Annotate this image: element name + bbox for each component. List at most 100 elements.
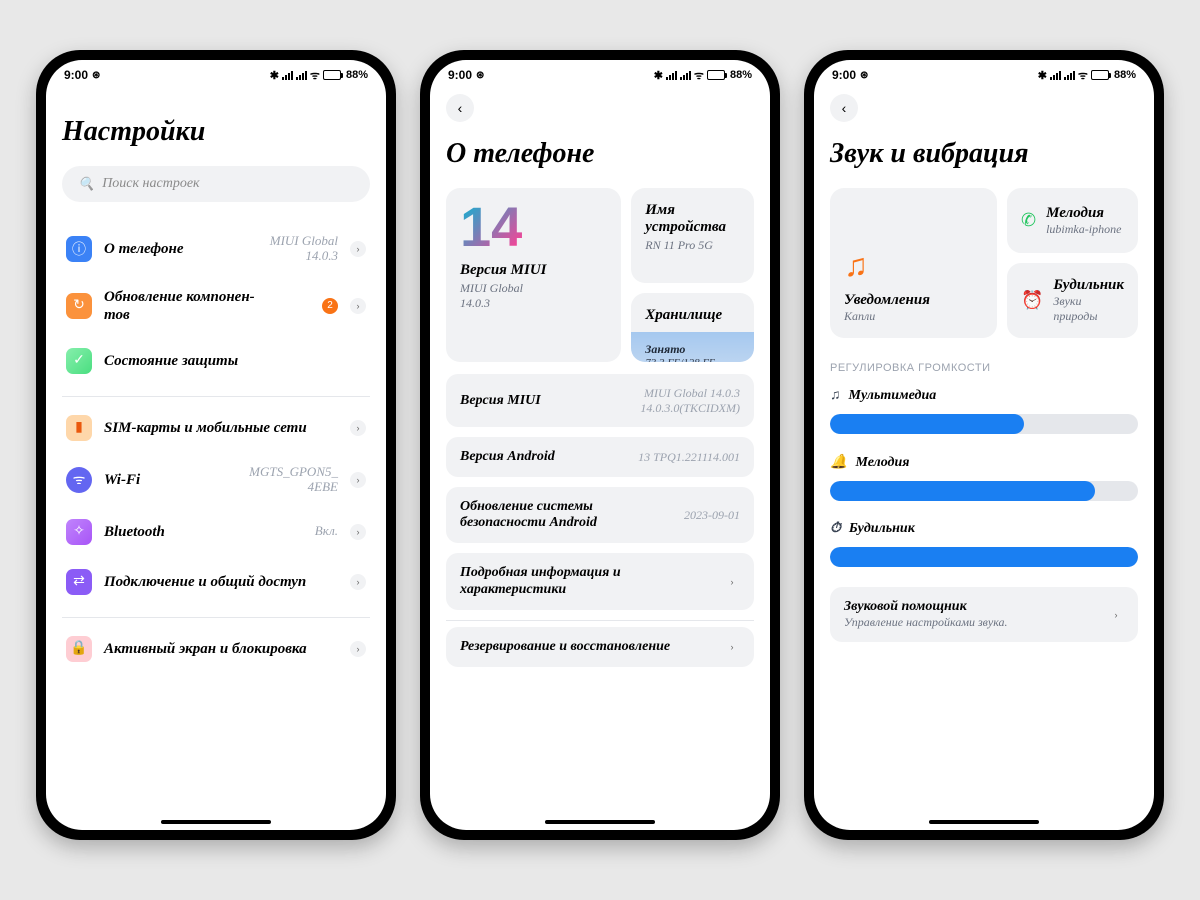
wifi-icon: ᯤ [694, 68, 704, 83]
divider [62, 396, 370, 397]
wifi-icon: ᯤ [310, 68, 320, 83]
item-sim[interactable]: ▮ SIM-карты и мобильные сети › [62, 403, 370, 453]
item-security-status[interactable]: ✓ Состояние защиты [62, 336, 370, 386]
row-security-update[interactable]: Обновление системы безопасности Android … [446, 487, 754, 543]
notifications-tile[interactable]: ♫ Уведомления Капли [830, 188, 997, 338]
back-button[interactable]: ‹ [446, 94, 474, 122]
page-title: Звук и вибрация [830, 138, 1138, 170]
status-bar: 9:00 ⊛ ✱ ᯤ 88% [814, 60, 1154, 90]
bluetooth-icon: ✱ [270, 69, 279, 82]
row-label: Версия Android [460, 449, 555, 465]
battery-icon [323, 70, 343, 80]
row-value: 2023-09-01 [684, 508, 740, 522]
row-detailed-info[interactable]: Подробная информация и характеристики › [446, 553, 754, 609]
music-note-icon: ♫ [844, 247, 983, 284]
item-value: MIUI Global14.0.3 [270, 234, 338, 264]
status-bar: 9:00 ⊛ ✱ ᯤ 88% [46, 60, 386, 90]
battery-pct: 88% [1114, 69, 1136, 81]
search-input[interactable]: 🔍 Поиск настроек [62, 166, 370, 202]
item-value: Вкл. [315, 524, 338, 539]
item-connection-sharing[interactable]: ⇄ Подключение и общий доступ › [62, 557, 370, 607]
chevron-icon: › [350, 241, 366, 257]
phone-frame-1: 9:00 ⊛ ✱ ᯤ 88% Настройки 🔍 Поиск настрое… [36, 50, 396, 840]
shield-icon: ✓ [66, 348, 92, 374]
item-component-update[interactable]: ↻ Обновление компонен-тов 2 › [62, 276, 370, 336]
about-icon: ⓘ [66, 236, 92, 262]
phone-icon: ✆ [1021, 210, 1036, 231]
media-slider[interactable] [830, 414, 1138, 434]
ringtone-slider[interactable] [830, 481, 1138, 501]
chevron-icon: › [350, 298, 366, 314]
slider-media: ♫ Мультимедиа [830, 388, 1138, 434]
item-label: Wi-Fi [104, 471, 237, 489]
signal-icon [282, 71, 293, 80]
storage-card[interactable]: Хранилище Занято 73.3 ГБ/128 ГБ [631, 293, 754, 362]
item-value: MGTS_GPON5_4EBE [249, 465, 338, 495]
item-about-phone[interactable]: ⓘ О телефоне MIUI Global14.0.3 › [62, 222, 370, 276]
search-icon: 🔍 [78, 176, 94, 192]
bluetooth-icon: ✱ [654, 69, 663, 82]
chevron-icon: › [350, 574, 366, 590]
tile-sub: Звуки природы [1053, 294, 1124, 324]
slider-label: Будильник [849, 521, 915, 537]
chevron-icon: › [1108, 607, 1124, 623]
back-button[interactable]: ‹ [830, 94, 858, 122]
item-label: О телефоне [104, 240, 258, 258]
wifi-icon: ᯤ [66, 467, 92, 493]
phone-frame-3: 9:00 ⊛ ✱ ᯤ 88% ‹ Звук и вибрация ♫ Уведо… [804, 50, 1164, 840]
badge-count: 2 [322, 298, 338, 314]
miui-version-card[interactable]: 14 Версия MIUI MIUI Global14.0.3 [446, 188, 621, 362]
row-backup-restore[interactable]: Резервирование и восстановление › [446, 627, 754, 667]
bluetooth-icon: ✧ [66, 519, 92, 545]
signal-icon [1050, 71, 1061, 80]
update-icon: ↻ [66, 293, 92, 319]
battery-pct: 88% [346, 69, 368, 81]
page-title: О телефоне [446, 138, 754, 170]
storage-used-label: Занято [645, 342, 740, 357]
alarm-icon: ⏰ [1021, 290, 1043, 311]
item-wifi[interactable]: ᯤ Wi-Fi MGTS_GPON5_4EBE › [62, 453, 370, 507]
clock: 9:00 [64, 68, 88, 82]
item-lockscreen[interactable]: 🔒 Активный экран и блокировка › [62, 624, 370, 674]
ringtone-tile[interactable]: ✆ Мелодия lubimka-iphone [1007, 188, 1138, 253]
storage-used-value: 73.3 ГБ/128 ГБ [645, 357, 740, 362]
tile-sub: Капли [844, 309, 983, 324]
row-value: 13 TPQ1.221114.001 [638, 450, 740, 464]
assist-sub: Управление настройками звука. [844, 615, 1108, 630]
dnd-icon: ⊛ [860, 70, 868, 81]
dnd-icon: ⊛ [476, 70, 484, 81]
clock: 9:00 [448, 68, 472, 82]
chevron-icon: › [350, 472, 366, 488]
alarm-slider[interactable] [830, 547, 1138, 567]
alarm-tile[interactable]: ⏰ Будильник Звуки природы [1007, 263, 1138, 338]
slider-label: Мелодия [855, 455, 909, 471]
clock: 9:00 [832, 68, 856, 82]
signal-icon-2 [296, 71, 307, 80]
row-miui-version[interactable]: Версия MIUI MIUI Global 14.0.314.0.3.0(T… [446, 374, 754, 427]
screen-2: 9:00 ⊛ ✱ ᯤ 88% ‹ О телефоне 14 Версия MI… [430, 60, 770, 830]
lock-icon: 🔒 [66, 636, 92, 662]
item-bluetooth[interactable]: ✧ Bluetooth Вкл. › [62, 507, 370, 557]
home-indicator[interactable] [929, 820, 1039, 824]
clock-icon: ⏱ [830, 521, 841, 537]
row-label: Подробная информация и характеристики [460, 565, 684, 597]
item-label: Активный экран и блокировка [104, 640, 338, 658]
page-title: Настройки [62, 116, 370, 148]
card-title: Хранилище [645, 307, 740, 324]
home-indicator[interactable] [161, 820, 271, 824]
search-placeholder: Поиск настроек [102, 176, 199, 192]
phone-frame-2: 9:00 ⊛ ✱ ᯤ 88% ‹ О телефоне 14 Версия MI… [420, 50, 780, 840]
chevron-icon: › [724, 574, 740, 590]
card-title: Версия MIUI [460, 262, 607, 279]
home-indicator[interactable] [545, 820, 655, 824]
sound-assistant-row[interactable]: Звуковой помощник Управление настройками… [830, 587, 1138, 642]
row-android-version[interactable]: Версия Android 13 TPQ1.221114.001 [446, 437, 754, 477]
device-name-card[interactable]: Имяустройства RN 11 Pro 5G [631, 188, 754, 283]
battery-icon [707, 70, 727, 80]
miui-logo-icon: 14 [460, 202, 607, 252]
bell-icon: 🔔 [830, 454, 847, 471]
assist-title: Звуковой помощник [844, 599, 1108, 615]
item-label: Состояние защиты [104, 352, 366, 370]
divider [62, 617, 370, 618]
share-icon: ⇄ [66, 569, 92, 595]
